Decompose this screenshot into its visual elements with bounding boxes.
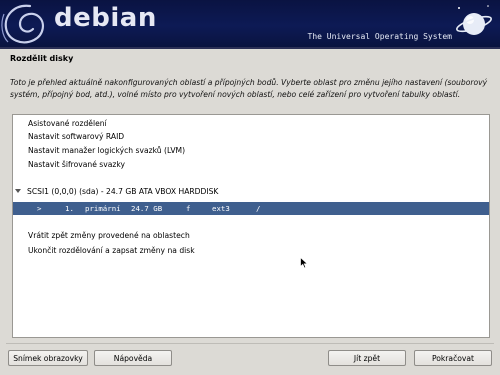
partition-marker: >: [37, 204, 42, 213]
list-item-label: Ukončit rozdělování a zapsat změny na di…: [28, 246, 195, 255]
partition-type: primární: [85, 204, 121, 213]
list-item-label: Nastavit manažer logických svazků (LVM): [28, 146, 186, 155]
list-item-encrypted-volumes[interactable]: Nastavit šifrované svazky: [13, 158, 489, 171]
title-bar: [0, 49, 500, 69]
disk-label: SCSI1 (0,0,0) (sda) - 24.7 GB ATA VBOX H…: [27, 187, 219, 196]
partition-list[interactable]: Asistované rozdělení Nastavit softwarový…: [12, 114, 490, 338]
partition-filesystem: ext3: [212, 204, 230, 213]
list-item-software-raid[interactable]: Nastavit softwarový RAID: [13, 130, 489, 143]
mouse-cursor-icon: [300, 257, 308, 269]
screenshot-button[interactable]: Snímek obrazovky: [8, 350, 88, 366]
list-item-partition-1[interactable]: > 1. primární 24.7 GB f ext3 /: [13, 202, 489, 215]
partition-mount-point: /: [256, 204, 261, 213]
help-button[interactable]: Nápověda: [94, 350, 172, 366]
partition-flag: f: [186, 204, 191, 213]
page-description: Toto je přehled aktuálně nakonfigurovaný…: [10, 78, 488, 99]
partition-number: 1.: [65, 204, 74, 213]
page-title: Rozdělit disky: [10, 54, 74, 63]
back-button[interactable]: Jít zpět: [328, 350, 406, 366]
list-item-label: Asistované rozdělení: [28, 119, 107, 128]
list-item-label: Nastavit softwarový RAID: [28, 132, 125, 141]
debian-banner: debian The Universal Operating System: [0, 0, 500, 47]
list-item-disk-sda[interactable]: SCSI1 (0,0,0) (sda) - 24.7 GB ATA VBOX H…: [13, 185, 489, 198]
list-item-finish-partitioning[interactable]: Ukončit rozdělování a zapsat změny na di…: [13, 244, 489, 257]
banner-tagline: The Universal Operating System: [307, 32, 453, 41]
continue-button[interactable]: Pokračovat: [414, 350, 492, 366]
list-item-label: Nastavit šifrované svazky: [28, 160, 126, 169]
partition-size: 24.7 GB: [131, 204, 163, 213]
list-item-lvm[interactable]: Nastavit manažer logických svazků (LVM): [13, 144, 489, 157]
list-item-undo-changes[interactable]: Vrátit zpět změny provedené na oblastech: [13, 229, 489, 242]
expander-arrow-icon[interactable]: [15, 189, 21, 193]
debian-logo-text: debian: [54, 3, 157, 33]
button-bar-divider: [6, 343, 494, 344]
list-item-label: Vrátit zpět změny provedené na oblastech: [28, 231, 190, 240]
list-item-guided-partitioning[interactable]: Asistované rozdělení: [13, 117, 489, 130]
debian-swirl-icon: [1, 4, 44, 44]
planet-icon: [456, 5, 492, 35]
